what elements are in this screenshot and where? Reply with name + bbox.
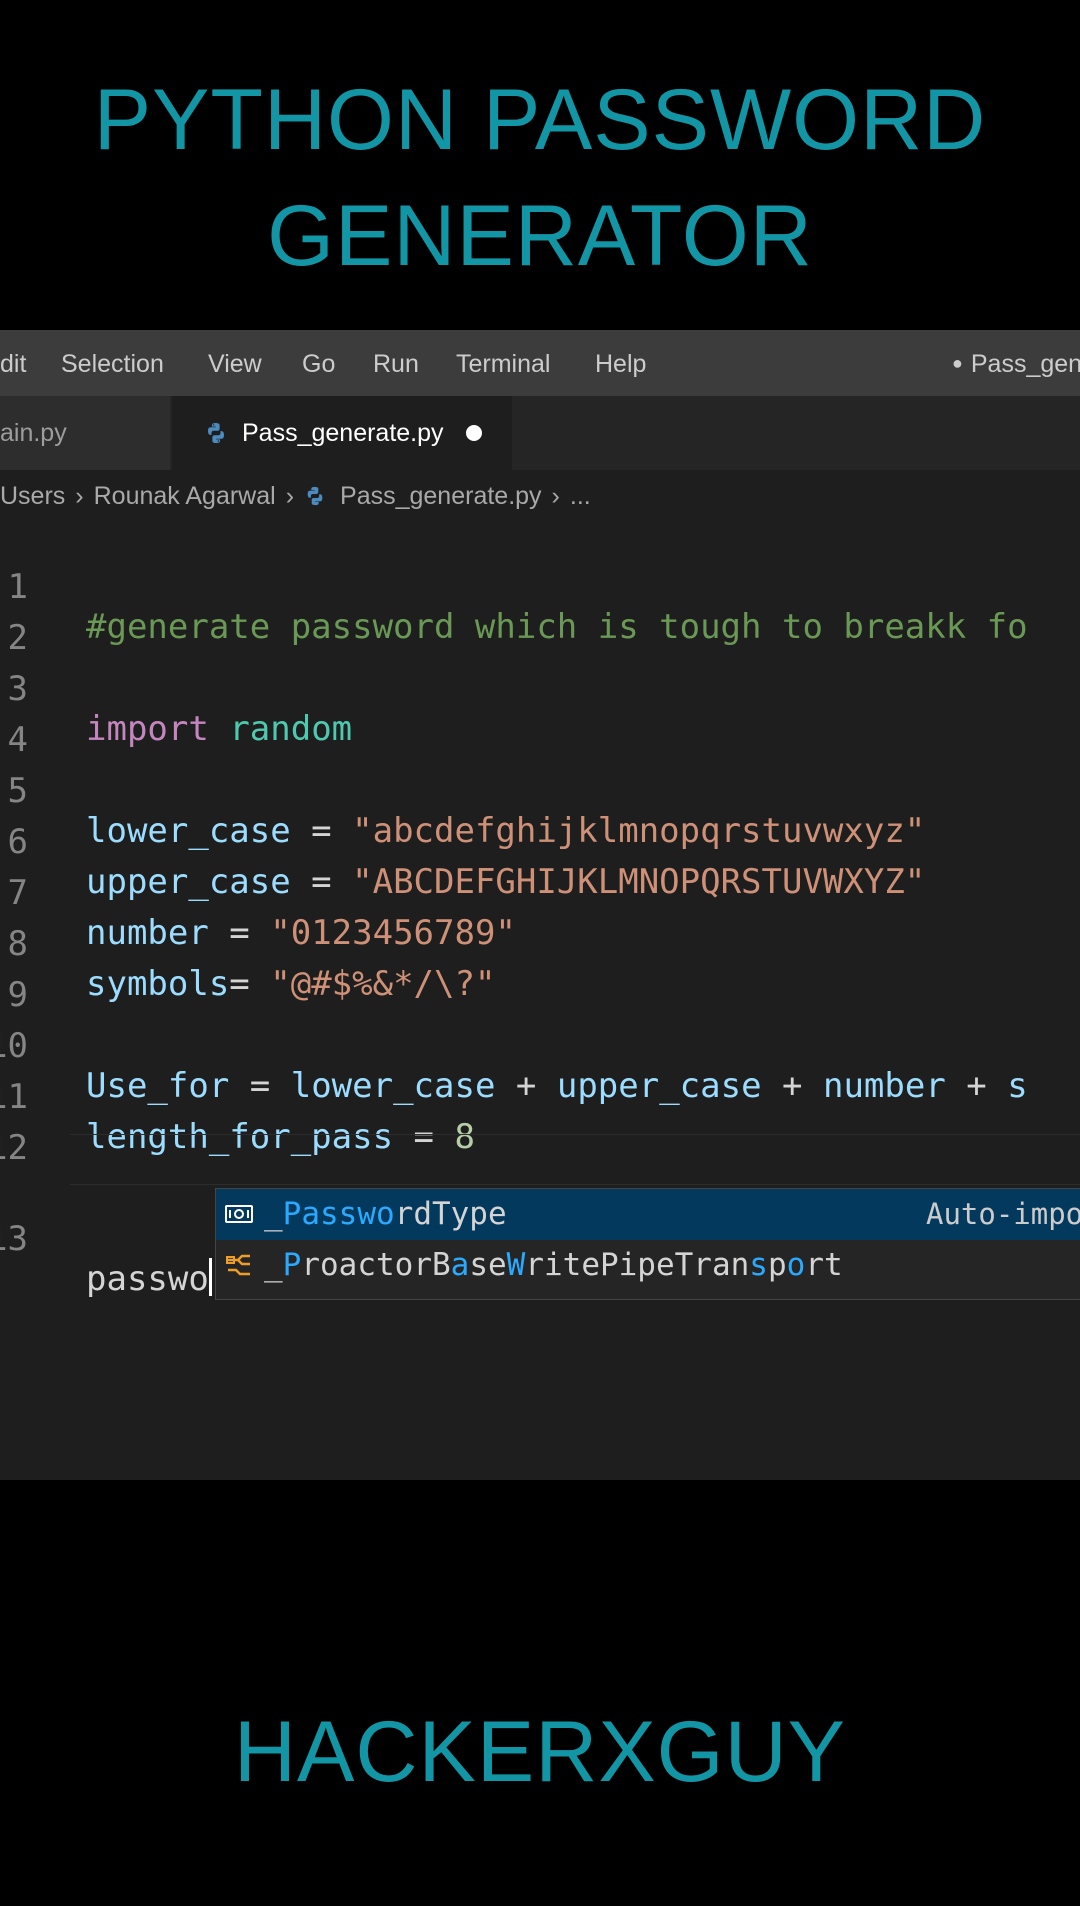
label-part: rt — [805, 1247, 843, 1283]
label-match: Passwo — [282, 1196, 395, 1232]
code-line: 9 — [0, 930, 1080, 1015]
label-match: a — [450, 1247, 470, 1283]
tab-label: ain.py — [0, 418, 67, 447]
menu-selection[interactable]: Selection — [61, 350, 164, 379]
current-line-highlight — [70, 1134, 1080, 1185]
typed-text: passwo — [86, 1259, 209, 1299]
suggestion-label: _PasswordType — [264, 1189, 507, 1240]
menu-terminal[interactable]: Terminal — [456, 350, 550, 379]
menu-view[interactable]: View — [208, 350, 262, 379]
variable-icon — [226, 1254, 250, 1276]
breadcrumb-symbol[interactable]: ... — [570, 482, 591, 511]
chevron-right-icon: › — [551, 481, 560, 510]
line-number: 13 — [0, 1219, 28, 1259]
label-match: o — [786, 1247, 806, 1283]
python-file-icon — [208, 423, 224, 443]
menu-run[interactable]: Run — [373, 350, 419, 379]
label-match: P — [282, 1247, 302, 1283]
menu-help[interactable]: Help — [595, 350, 646, 379]
label-part: rdType — [394, 1196, 507, 1232]
code-line: 7 number = "0123456789" — [0, 828, 1080, 953]
label-part: p — [767, 1247, 787, 1283]
label-part: ritePipeTran — [525, 1247, 750, 1283]
code-line: 5 lower_case = "abcdefghijklmnopqrstuvwx… — [0, 726, 1080, 851]
chevron-right-icon: › — [285, 481, 295, 510]
label-part: _ — [264, 1196, 283, 1232]
autocomplete-widget: _PasswordType Auto-impo _ProactorBaseWri… — [215, 1188, 1080, 1300]
python-file-icon — [307, 486, 323, 506]
channel-name: HACKERXGUY — [233, 1704, 847, 1800]
suggestion-item-passwordtype[interactable]: _PasswordType Auto-impo — [216, 1189, 1080, 1240]
code-line: 4 — [0, 675, 1080, 760]
title-banner: PYTHON PASSWORD GENERATOR — [0, 62, 1080, 294]
class-icon — [225, 1205, 253, 1223]
tab-main-py[interactable]: ain.py — [0, 396, 170, 470]
label-match: s — [749, 1247, 768, 1283]
code-line-current[interactable]: 13 passwo — [0, 1134, 1080, 1299]
label-part: roactorB — [301, 1247, 451, 1283]
suggestion-item-proactor[interactable]: _ProactorBaseWritePipeTransport — [216, 1240, 1080, 1291]
breadcrumb-users[interactable]: Users — [0, 482, 65, 511]
menu-bar: dit Selection View Go Run Terminal Help … — [0, 330, 1080, 396]
title-line-2: GENERATOR — [267, 188, 813, 284]
code-line: 8 symbols= "@#$%&*/\?" — [0, 879, 1080, 1004]
unsaved-dot-icon: ● — [952, 353, 963, 373]
suggestion-label: _ProactorBaseWritePipeTransport — [264, 1240, 843, 1291]
code-line: 11 length_for_pass = 8 — [0, 1032, 1080, 1157]
tab-pass-generate-py[interactable]: Pass_generate.py — [172, 396, 512, 470]
menu-edit[interactable]: dit — [0, 350, 26, 379]
suggestion-detail: Auto-impo — [926, 1197, 1080, 1231]
breadcrumb-user[interactable]: Rounak Agarwal — [94, 482, 276, 511]
window-title-text: Pass_gene — [970, 350, 1080, 378]
breadcrumb: Users › Rounak Agarwal › Pass_generate.p… — [0, 470, 1080, 522]
code-line: 10 Use_for = lower_case + upper_case + n… — [0, 981, 1080, 1106]
code-line: 3 import random — [0, 624, 1080, 749]
code-line: 12 — [0, 1083, 1080, 1168]
text-cursor — [208, 1258, 212, 1296]
breadcrumb-file[interactable]: Pass_generate.py — [340, 482, 542, 511]
label-part: _ — [264, 1247, 283, 1283]
tab-bar: ain.py Pass_generate.py — [0, 396, 1080, 470]
window-title: ● Pass_gene — [952, 350, 1080, 379]
modified-dot-icon[interactable] — [465, 425, 482, 441]
code-line: 1 #generate password which is tough to b… — [0, 522, 1080, 647]
menu-go[interactable]: Go — [302, 350, 335, 379]
code-line: 6 upper_case = "ABCDEFGHIJKLMNOPQRSTUVWX… — [0, 777, 1080, 902]
code-editor-window: dit Selection View Go Run Terminal Help … — [0, 330, 1080, 1480]
tab-label: Pass_generate.py — [242, 418, 444, 447]
title-line-1: PYTHON PASSWORD — [93, 72, 987, 168]
code-line: 2 — [0, 573, 1080, 658]
chevron-right-icon: › — [75, 481, 84, 510]
label-part: se — [469, 1247, 507, 1283]
label-match: W — [506, 1247, 526, 1283]
